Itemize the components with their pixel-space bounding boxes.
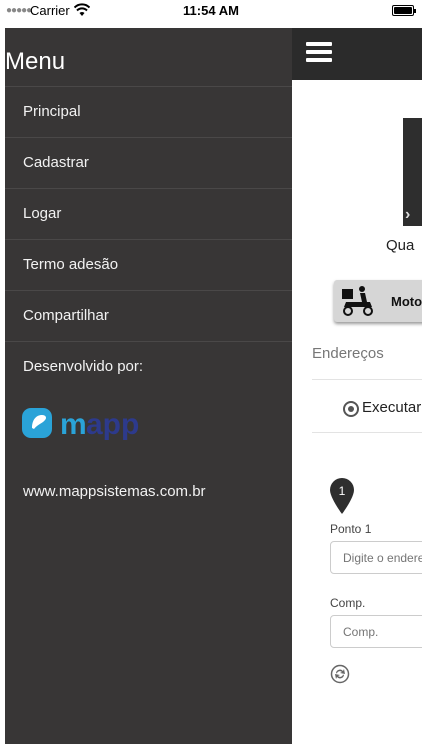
svg-text:m: m — [60, 408, 87, 440]
radio-label: Executar — [362, 399, 422, 416]
app-header — [292, 28, 422, 80]
svg-text:app: app — [86, 408, 139, 440]
developed-by-label: Desenvolvido por: — [23, 358, 144, 375]
partial-heading: Qua — [386, 237, 415, 254]
pin-number: 1 — [339, 484, 346, 498]
side-menu: Menu Principal Cadastrar Logar Termo ade… — [5, 28, 292, 744]
menu-item-label: Termo adesão — [23, 256, 119, 273]
menu-item-label: Compartilhar — [23, 307, 109, 324]
delivery-scooter-icon — [342, 286, 373, 316]
section-title: Endereços — [312, 345, 384, 362]
divider — [312, 432, 422, 433]
menu-item-principal[interactable]: Principal — [5, 86, 292, 137]
hamburger-menu-icon[interactable] — [306, 42, 332, 64]
divider — [312, 379, 422, 380]
mapp-logo: m app — [22, 408, 139, 440]
status-bar: ●●●●● Carrier 11:54 AM — [0, 0, 422, 22]
menu-item-logar[interactable]: Logar — [5, 188, 292, 239]
menu-item-cadastrar[interactable]: Cadastrar — [5, 137, 292, 188]
moto-button-label: Moto — [391, 294, 422, 309]
divider — [5, 341, 292, 342]
menu-title: Menu — [5, 48, 66, 75]
complement-input[interactable] — [330, 615, 422, 648]
radio-button[interactable] — [343, 401, 359, 417]
moto-service-button[interactable]: Moto — [334, 280, 422, 322]
menu-item-label: Cadastrar — [23, 154, 89, 171]
menu-item-termo-adesao[interactable]: Termo adesão — [5, 239, 292, 290]
battery-icon — [392, 5, 416, 16]
menu-item-label: Principal — [23, 103, 81, 120]
refresh-icon[interactable] — [330, 664, 350, 684]
clock: 11:54 AM — [183, 3, 239, 18]
complement-label: Comp. — [330, 596, 366, 610]
point-label: Ponto 1 — [330, 522, 372, 536]
chevron-right-icon[interactable]: › — [405, 206, 410, 224]
map-pin-icon: 1 — [330, 478, 354, 514]
address-input[interactable] — [330, 541, 422, 574]
menu-item-label: Logar — [23, 205, 62, 222]
menu-item-compartilhar[interactable]: Compartilhar — [5, 290, 292, 341]
website-link[interactable]: www.mappsistemas.com.br — [23, 483, 206, 500]
menu-list: Principal Cadastrar Logar Termo adesão C… — [5, 86, 292, 341]
